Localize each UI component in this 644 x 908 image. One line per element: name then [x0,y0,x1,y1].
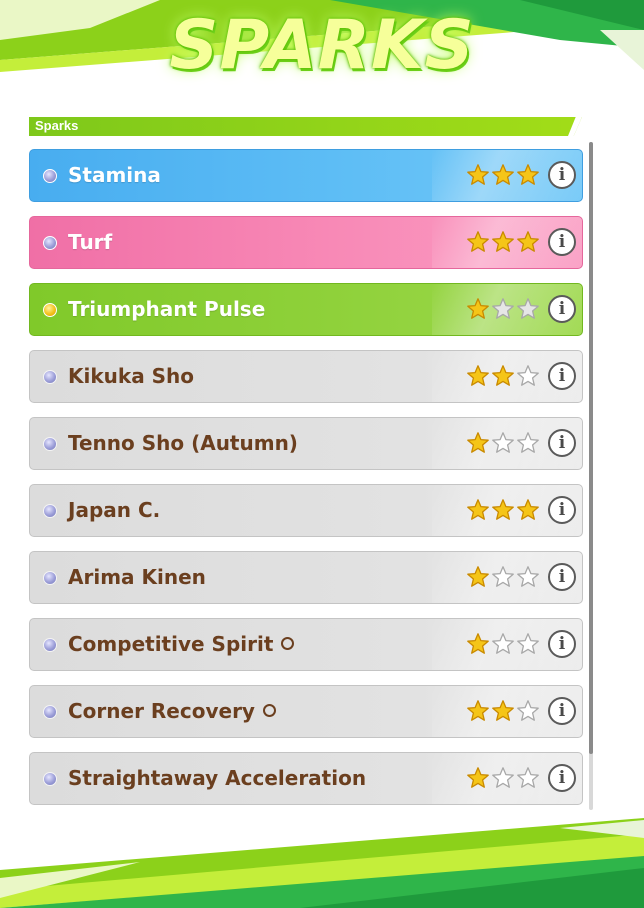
blue-orb-icon [43,571,57,585]
spark-row[interactable]: Corner Recovery i [29,685,583,738]
spark-row[interactable]: Kikuka Sho i [29,350,583,403]
spark-name: Triumphant Pulse [68,297,266,321]
star-filled-icon [467,700,489,721]
star-filled-icon [467,164,489,185]
star-filled-icon [492,231,514,252]
circle-rank-icon [262,704,276,717]
info-button[interactable]: i [548,362,576,390]
scrollbar-thumb[interactable] [589,142,593,754]
star-empty-icon [517,633,539,654]
info-button[interactable]: i [548,295,576,323]
star-filled-icon [492,700,514,721]
star-empty-icon [492,298,514,319]
spark-name: Arima Kinen [68,565,206,589]
info-button[interactable]: i [548,563,576,591]
spark-row[interactable]: Arima Kinen i [29,551,583,604]
spark-row[interactable]: Turf i [29,216,583,269]
info-button[interactable]: i [548,429,576,457]
section-label: Sparks [35,118,79,133]
star-empty-icon [492,633,514,654]
spark-row[interactable]: Straightaway Acceleration i [29,752,583,805]
section-header-bar: Sparks [29,117,582,136]
star-filled-icon [517,231,539,252]
spark-name: Stamina [68,163,161,187]
star-empty-icon [517,566,539,587]
spark-name: Straightaway Acceleration [68,766,367,790]
star-empty-icon [492,432,514,453]
star-empty-icon [517,700,539,721]
spark-name: Turf [68,230,113,254]
star-filled-icon [517,164,539,185]
blue-orb-icon [43,169,57,183]
star-filled-icon [492,164,514,185]
star-empty-icon [517,767,539,788]
star-empty-icon [492,566,514,587]
blue-orb-icon [43,638,57,652]
info-button[interactable]: i [548,764,576,792]
section-bar-slash [568,117,582,136]
spark-row[interactable]: Tenno Sho (Autumn) i [29,417,583,470]
star-filled-icon [492,499,514,520]
star-filled-icon [467,767,489,788]
spark-name: Tenno Sho (Autumn) [68,431,298,455]
spark-name: Corner Recovery [68,699,276,723]
star-filled-icon [467,432,489,453]
gold-orb-icon [43,303,57,317]
spark-name: Competitive Spirit [68,632,295,656]
blue-orb-icon [43,437,57,451]
info-button[interactable]: i [548,161,576,189]
blue-orb-icon [43,705,57,719]
spark-row[interactable]: Competitive Spirit i [29,618,583,671]
spark-row[interactable]: Triumphant Pulse i [29,283,583,336]
star-filled-icon [467,231,489,252]
info-button[interactable]: i [548,630,576,658]
star-empty-icon [517,365,539,386]
star-filled-icon [467,499,489,520]
blue-orb-icon [43,236,57,250]
info-button[interactable]: i [548,697,576,725]
star-filled-icon [467,365,489,386]
blue-orb-icon [43,504,57,518]
star-filled-icon [467,566,489,587]
star-empty-icon [492,767,514,788]
blue-orb-icon [43,370,57,384]
star-filled-icon [492,365,514,386]
info-button[interactable]: i [548,228,576,256]
star-filled-icon [467,298,489,319]
circle-rank-icon [281,637,295,650]
star-filled-icon [517,499,539,520]
spark-name: Japan C. [68,498,161,522]
page-title: SPARKS [169,6,475,85]
star-filled-icon [467,633,489,654]
spark-row[interactable]: Stamina i [29,149,583,202]
scrollbar[interactable] [589,142,593,810]
spark-list: Stamina i Turf i Triumphant Pulse i Kikuka Sho… [29,149,583,819]
spark-name: Kikuka Sho [68,364,195,388]
info-button[interactable]: i [548,496,576,524]
star-empty-icon [517,298,539,319]
star-empty-icon [517,432,539,453]
blue-orb-icon [43,772,57,786]
spark-row[interactable]: Japan C. i [29,484,583,537]
